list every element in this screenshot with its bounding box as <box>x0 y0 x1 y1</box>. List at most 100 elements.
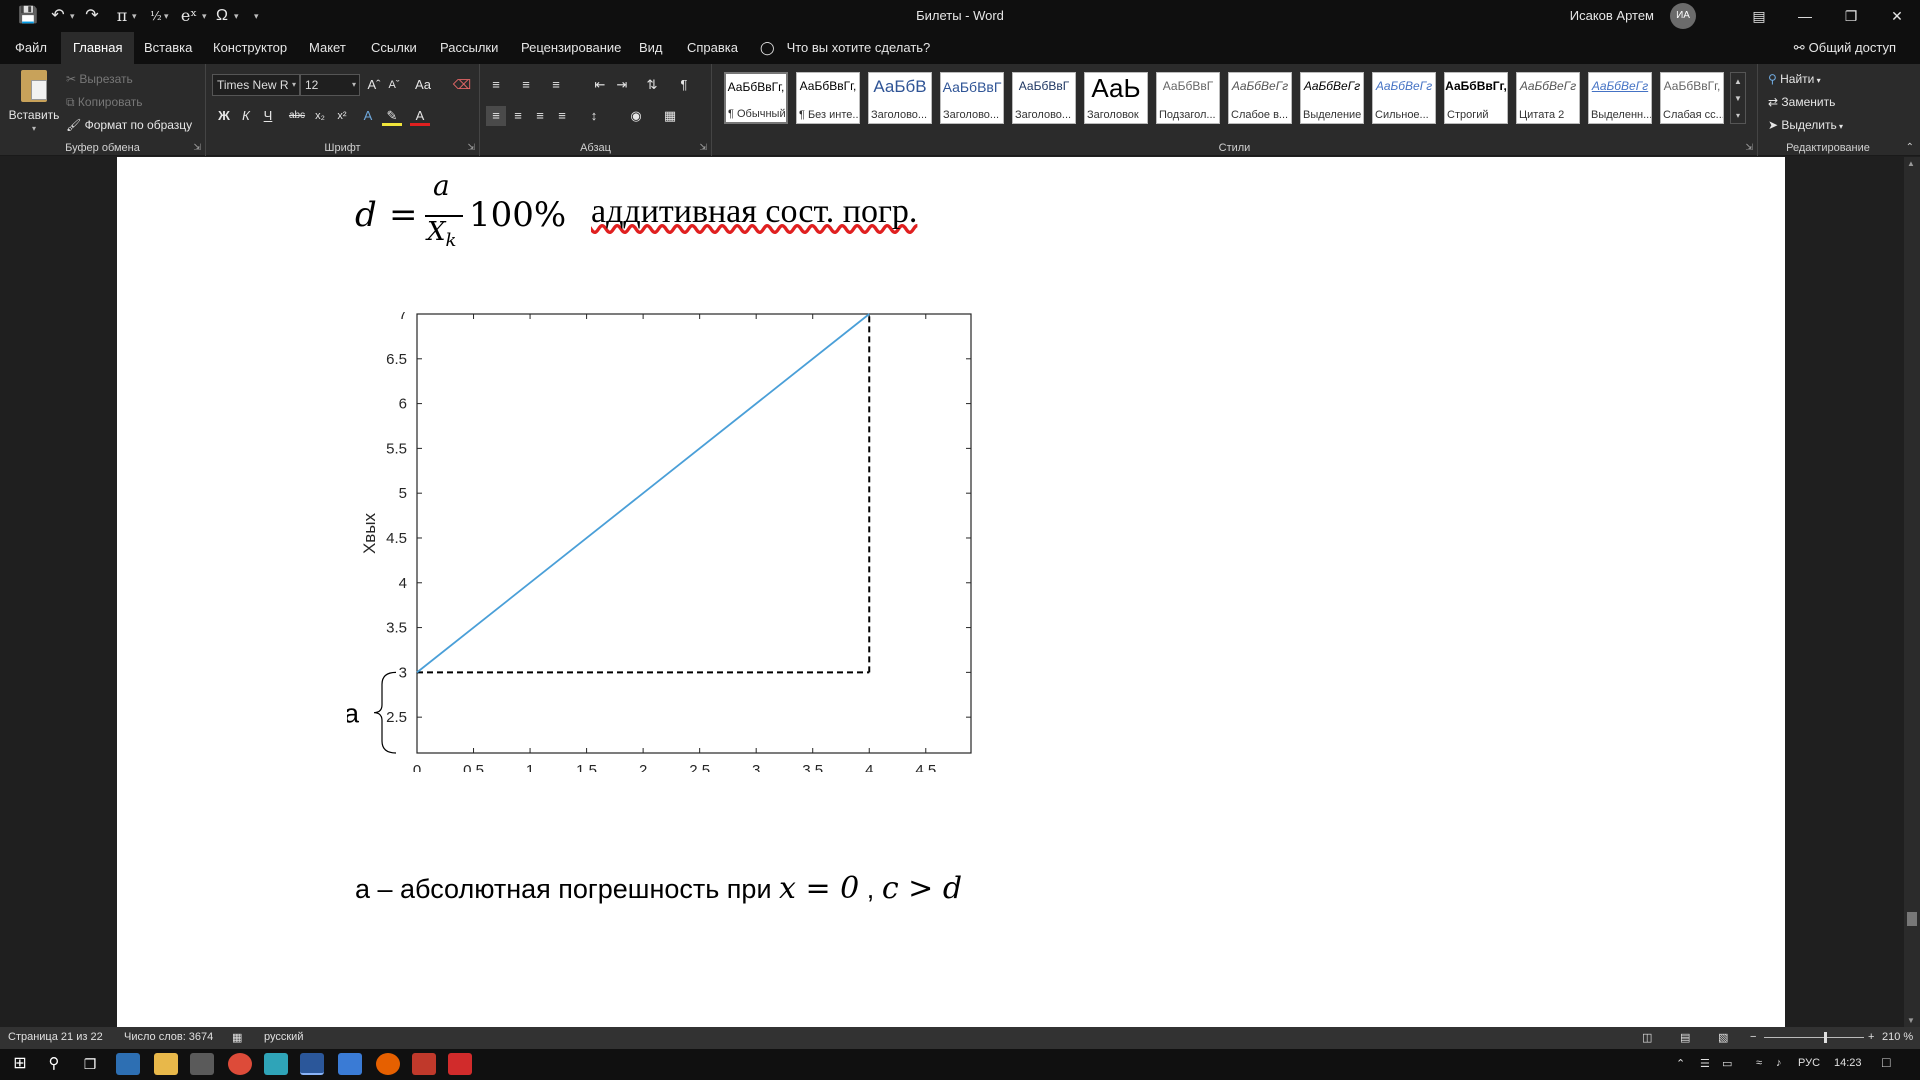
scroll-thumb[interactable] <box>1907 912 1917 926</box>
input-language[interactable]: РУС <box>1798 1057 1820 1069</box>
bold-button[interactable]: Ж <box>214 106 234 126</box>
style-title[interactable]: АаЬ Заголовок <box>1084 72 1148 124</box>
style-no-spacing[interactable]: АаБбВвГг, ¶ Без инте... <box>796 72 860 124</box>
italic-button[interactable]: К <box>236 106 256 126</box>
format-painter-button[interactable]: 🖌 Формат по образцу <box>66 115 192 135</box>
shading-icon[interactable]: ◉ <box>626 106 646 126</box>
style-heading-1[interactable]: АаБбВ Заголово... <box>868 72 932 124</box>
numbering-icon[interactable]: ≡ <box>516 75 536 95</box>
avatar[interactable]: ИА <box>1670 3 1696 29</box>
style-intense-quote[interactable]: АаБбВеГг Выделенн... <box>1588 72 1652 124</box>
fraction-icon[interactable]: ½ <box>146 6 166 26</box>
firefox-icon[interactable] <box>376 1053 400 1075</box>
web-layout-icon[interactable]: ▧ <box>1718 1031 1728 1044</box>
search-icon[interactable]: ⚲ <box>42 1053 66 1075</box>
symbol-dropdown-icon[interactable]: ▾ <box>234 6 244 26</box>
exponent-dropdown-icon[interactable]: ▾ <box>202 6 212 26</box>
justify-icon[interactable]: ≡ <box>552 106 572 126</box>
tab-home[interactable]: Главная <box>61 32 135 64</box>
zoom-level[interactable]: 210 % <box>1882 1031 1913 1043</box>
style-intense-emphasis[interactable]: АаБбВеГг Сильное... <box>1372 72 1436 124</box>
clock[interactable]: 14:23 <box>1834 1057 1862 1069</box>
ribbon-display-options-icon[interactable]: ▤ <box>1736 0 1782 32</box>
battery-icon[interactable]: ▭ <box>1722 1057 1732 1070</box>
word-icon[interactable] <box>300 1053 324 1075</box>
line-chart[interactable]: 0 0.5 1 1.5 2 2.5 3 3.5 4 4.5 2.5 3 3.5 4 4.5 5 5.5 6 6.5 7… <box>347 312 1007 772</box>
multilevel-list-icon[interactable]: ≡ <box>546 75 566 95</box>
change-case-button[interactable]: Aa <box>410 75 436 95</box>
pdf-reader-icon[interactable] <box>448 1053 472 1075</box>
share-button[interactable]: ⚯ Общий доступ <box>1794 32 1896 64</box>
zoom-out-icon[interactable]: − <box>1750 1031 1756 1043</box>
clear-formatting-icon[interactable]: ⌫ <box>452 75 472 95</box>
equation-dropdown-icon[interactable]: ▾ <box>132 6 142 26</box>
vertical-scrollbar[interactable]: ▲ ▼ <box>1904 157 1920 1027</box>
collapse-ribbon-icon[interactable]: ⌃ <box>1906 142 1914 153</box>
font-name-select[interactable]: Times New R ▾ <box>212 74 300 96</box>
style-heading-2[interactable]: АаБбВвГ Заголово... <box>940 72 1004 124</box>
style-strong[interactable]: АаБбВвГг, Строгий <box>1444 72 1508 124</box>
font-color-icon[interactable]: A <box>410 106 430 126</box>
tab-mailings[interactable]: Рассылки <box>428 32 510 64</box>
document-page[interactable]: d = a Xk 100% аддитивная сост. погр. 0 0.… <box>117 157 1785 1027</box>
customize-qat-icon[interactable]: ▾ <box>254 6 264 26</box>
cut-button[interactable]: ✂ Вырезать <box>66 69 133 89</box>
decrease-indent-icon[interactable]: ⇤ <box>590 75 610 95</box>
font-size-select[interactable]: 12 ▾ <box>300 74 360 96</box>
underline-button[interactable]: Ч <box>258 106 278 126</box>
caption[interactable]: а – абсолютная погрешность при x = 0 , c… <box>355 871 962 906</box>
highlight-icon[interactable]: ✎ <box>382 106 402 126</box>
volume-icon[interactable]: ♪ <box>1776 1057 1782 1069</box>
exponent-icon[interactable]: eˣ <box>176 6 202 26</box>
zoom-in-icon[interactable]: + <box>1868 1031 1874 1043</box>
strikethrough-button[interactable]: abc <box>284 106 310 126</box>
omega-symbol-icon[interactable]: Ω <box>212 6 232 26</box>
style-subtle-emphasis[interactable]: АаБбВеГг Слабое в... <box>1228 72 1292 124</box>
show-marks-icon[interactable]: ¶ <box>674 75 694 95</box>
restore-button[interactable]: ❐ <box>1828 0 1874 32</box>
copy-button[interactable]: ⧉ Копировать <box>66 92 143 112</box>
select-button[interactable]: ➤ Выделить ▾ <box>1768 115 1843 135</box>
file-explorer-icon[interactable] <box>154 1053 178 1075</box>
tab-design[interactable]: Конструктор <box>201 32 299 64</box>
align-left-icon[interactable]: ≡ <box>486 106 506 126</box>
superscript-icon[interactable]: x² <box>332 106 352 126</box>
matlab-icon[interactable] <box>412 1053 436 1075</box>
undo-dropdown-icon[interactable]: ▾ <box>70 6 80 26</box>
clipboard-launcher-icon[interactable]: ⇲ <box>193 142 201 153</box>
fraction-dropdown-icon[interactable]: ▾ <box>164 6 174 26</box>
style-quote-2[interactable]: АаБбВеГг Цитата 2 <box>1516 72 1580 124</box>
app-icon[interactable] <box>264 1053 288 1075</box>
grow-font-icon[interactable]: Aˆ <box>364 75 384 95</box>
replace-button[interactable]: ⇄ Заменить <box>1768 92 1835 112</box>
tray-chevron-icon[interactable]: ⌃ <box>1676 1057 1685 1070</box>
bullets-icon[interactable]: ≡ <box>486 75 506 95</box>
tab-references[interactable]: Ссылки <box>359 32 429 64</box>
network-icon[interactable]: ☰ <box>1700 1057 1710 1070</box>
tell-me-box[interactable]: ◯ Что вы хотите сделать? <box>760 32 930 64</box>
app-icon[interactable] <box>116 1053 140 1075</box>
tab-review[interactable]: Рецензирование <box>509 32 633 64</box>
save-icon[interactable]: 💾 <box>18 6 38 26</box>
store-icon[interactable] <box>190 1053 214 1075</box>
styles-launcher-icon[interactable]: ⇲ <box>1745 142 1753 153</box>
tab-insert[interactable]: Вставка <box>132 32 204 64</box>
equation-pi-icon[interactable]: π <box>112 6 132 26</box>
scroll-up-icon[interactable]: ▲ <box>1907 159 1915 168</box>
tab-file[interactable]: Файл <box>3 32 59 64</box>
user-name[interactable]: Исаков Артем <box>1570 8 1654 23</box>
formula-description[interactable]: аддитивная сост. погр. <box>591 193 917 231</box>
style-subtle-reference[interactable]: АаБбВвГг, Слабая сс... <box>1660 72 1724 124</box>
align-center-icon[interactable]: ≡ <box>508 106 528 126</box>
start-icon[interactable]: ⊞ <box>8 1053 32 1075</box>
style-emphasis[interactable]: АаБбВеГг Выделение <box>1300 72 1364 124</box>
text-effects-icon[interactable]: A <box>358 106 378 126</box>
wifi-icon[interactable]: ≈ <box>1756 1057 1762 1069</box>
print-layout-icon[interactable]: ▤ <box>1680 1031 1690 1044</box>
word-count[interactable]: Число слов: 3674 <box>124 1031 213 1043</box>
style-heading-3[interactable]: АаБбВвГ Заголово... <box>1012 72 1076 124</box>
align-right-icon[interactable]: ≡ <box>530 106 550 126</box>
undo-icon[interactable]: ↶ <box>48 6 68 26</box>
scroll-down-icon[interactable]: ▼ <box>1907 1016 1915 1025</box>
proofing-icon[interactable]: ▦ <box>232 1031 242 1044</box>
